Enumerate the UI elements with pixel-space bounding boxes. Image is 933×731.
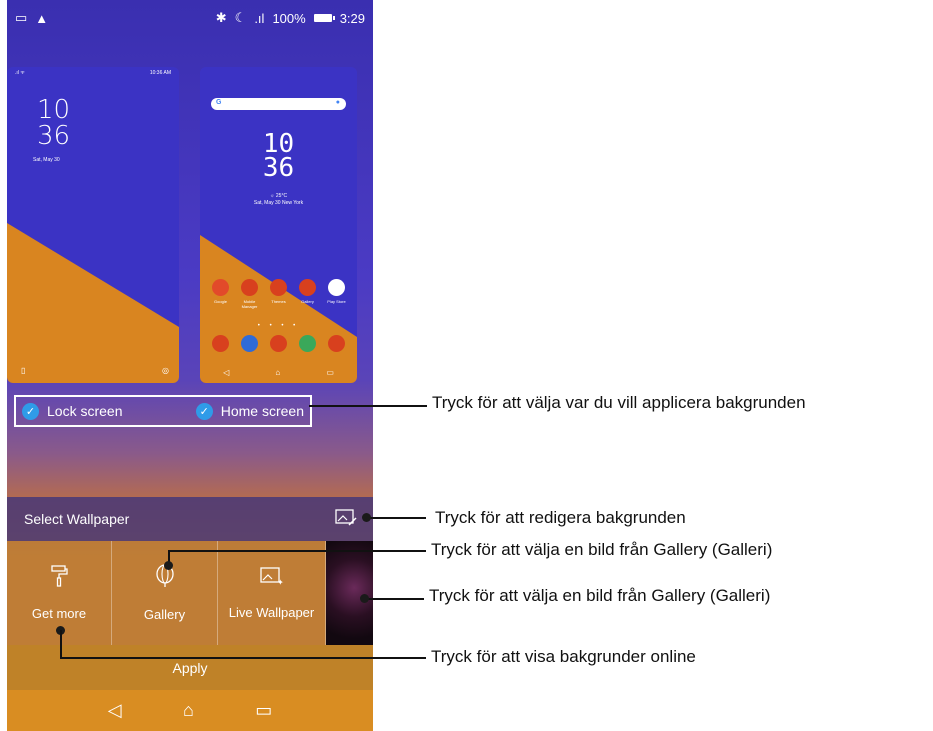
lock-shortcuts: ▯ ◎ [21, 366, 169, 375]
camera-app-icon [328, 335, 345, 352]
gallery-option[interactable]: Gallery [112, 541, 218, 645]
lock-clock: 10 36 [37, 95, 71, 151]
page-indicator: • • • • [257, 323, 300, 329]
play-icon [328, 279, 345, 296]
callout-apply-target: Tryck för att välja var du vill applicer… [432, 393, 806, 412]
phone-screen: ▭ ▲ ✱ ☾ .ıl 100% 3:29 .ıl ᯤ 10:36 AM 10 3… [7, 0, 373, 731]
callout-thumbnail: Tryck för att välja en bild från Gallery… [429, 586, 771, 605]
shield-icon [241, 279, 258, 296]
google-search-bar: G ● [211, 98, 346, 110]
home-icon: ⌂ [275, 368, 281, 377]
apply-target-selector: ✓ Lock screen ✓ Home screen [14, 395, 312, 427]
recents-icon[interactable]: ▭ [255, 700, 272, 721]
image-notification-icon: ▭ [15, 10, 28, 25]
svg-text:✦: ✦ [277, 578, 284, 586]
home-mini-nav: ◁ ⌂ ▭ [200, 368, 357, 377]
mic-icon: ● [335, 99, 340, 106]
recents-icon: ▭ [326, 368, 334, 377]
paint-roller-icon [50, 565, 68, 590]
signal-icon: .ıl [254, 10, 265, 26]
phone-app-icon [212, 335, 229, 352]
sun-icon: ☼ [269, 193, 275, 199]
mountain-icon [299, 279, 316, 296]
callout-edit: Tryck för att redigera bakgrunden [435, 508, 686, 527]
app-gallery: Gallery [294, 279, 322, 309]
callout-marker-thumbnail [360, 594, 369, 603]
wallpaper-thumbnail[interactable] [326, 541, 373, 645]
live-wallpaper-icon: ✦ [259, 566, 284, 589]
edit-wallpaper-icon[interactable] [335, 508, 357, 530]
home-icon[interactable]: ⌂ [183, 700, 194, 721]
status-bar: ▭ ▲ ✱ ☾ .ıl 100% 3:29 [7, 0, 373, 36]
home-clock: 10 36 [262, 129, 295, 183]
callout-marker-edit [362, 513, 371, 522]
select-wallpaper-bar: Select Wallpaper [7, 497, 373, 541]
home-weather: ☼ 25°C Sat, May 30 New York [253, 193, 304, 206]
back-icon[interactable]: ◁ [108, 700, 122, 721]
app-play-store: Play Store [323, 279, 351, 309]
check-icon: ✓ [22, 402, 39, 420]
select-wallpaper-title: Select Wallpaper [24, 511, 130, 527]
home-app-row: Google Mobile Manager Themes Gallery Pla… [206, 279, 351, 309]
battery-percent: 100% [272, 10, 306, 26]
callout-get-more: Tryck för att visa bakgrunder online [431, 647, 696, 666]
lock-screen-preview[interactable]: .ıl ᯤ 10:36 AM 10 36 Sat, May 30 ▯ ◎ [7, 67, 179, 383]
do-not-disturb-icon: ☾ [234, 10, 247, 25]
callout-line-edit [366, 517, 426, 519]
home-screen-preview[interactable]: G ● 10 36 ☼ 25°C Sat, May 30 New York Go… [200, 67, 357, 383]
callout-line-get-more [60, 657, 426, 659]
callout-vline-get-more [60, 630, 62, 658]
callout-line-target [309, 405, 427, 407]
lock-screen-checkbox[interactable]: ✓ Lock screen [22, 402, 122, 420]
callout-line-gallery [168, 550, 426, 552]
lock-mini-status: .ıl ᯤ 10:36 AM [15, 70, 171, 76]
messages-app-icon [241, 335, 258, 352]
google-app-icon [212, 279, 229, 296]
status-time: 3:29 [339, 10, 365, 26]
back-icon: ◁ [223, 368, 230, 377]
callout-line-thumbnail [364, 598, 424, 600]
home-dock [206, 335, 351, 352]
callout-gallery: Tryck för att välja en bild från Gallery… [431, 540, 773, 559]
callout-marker-gallery [164, 561, 173, 570]
warning-icon: ▲ [35, 10, 49, 26]
app-google: Google [207, 279, 235, 309]
chrome-app-icon [299, 335, 316, 352]
lock-wallpaper-shape [7, 223, 179, 383]
brush-icon [270, 279, 287, 296]
app-themes: Themes [265, 279, 293, 309]
home-screen-checkbox[interactable]: ✓ Home screen [195, 402, 304, 420]
google-icon: G [216, 99, 222, 106]
camera-icon: ◎ [162, 366, 169, 375]
nav-bar: ◁ ⌂ ▭ [7, 690, 373, 731]
app-mobile-manager: Mobile Manager [236, 279, 264, 309]
bluetooth-icon: ✱ [215, 10, 227, 25]
lock-date: Sat, May 30 [33, 157, 60, 163]
battery-icon [313, 14, 335, 22]
settings-app-icon [270, 335, 287, 352]
phone-icon: ▯ [21, 366, 26, 375]
live-wallpaper-option[interactable]: ✦ Live Wallpaper [218, 541, 326, 645]
check-icon: ✓ [195, 402, 213, 420]
